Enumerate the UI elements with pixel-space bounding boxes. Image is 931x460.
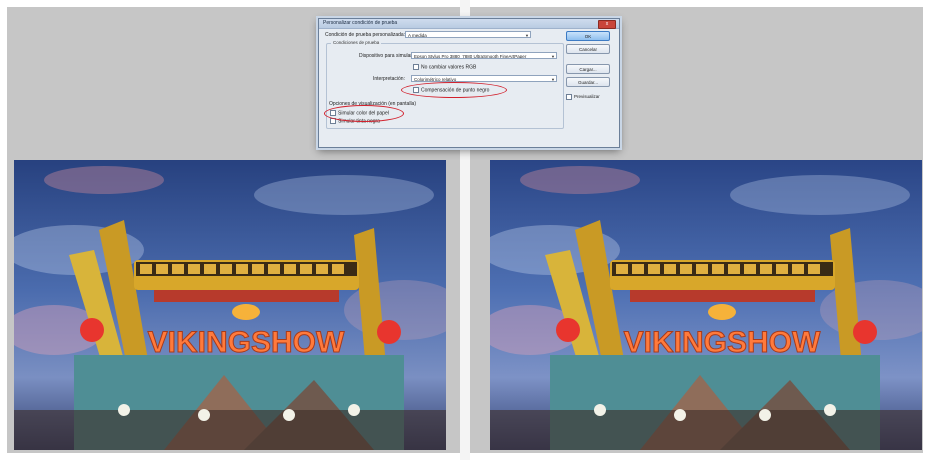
intent-label: Interpretación:: [373, 76, 405, 82]
close-button[interactable]: x: [598, 20, 616, 29]
proof-conditions-group-title: Condiciones de prueba: [331, 40, 382, 45]
condition-select[interactable]: A medida ▼: [405, 31, 531, 38]
condition-select-value: A medida: [408, 33, 427, 38]
device-select-value: Epson Stylus Pro 3880_7880 UltraSmooth F…: [414, 54, 527, 59]
chevron-down-icon: ▼: [525, 33, 529, 38]
intent-select[interactable]: Colorimétrico relativo ▼: [411, 75, 557, 82]
left-photo-canvas: VIKINGSHOW: [14, 160, 446, 450]
preserve-rgb-label: No cambiar valores RGB: [421, 64, 477, 71]
device-select[interactable]: Epson Stylus Pro 3880_7880 UltraSmooth F…: [411, 52, 557, 59]
chevron-down-icon: ▼: [551, 54, 555, 59]
condition-label: Condición de prueba personalizada:: [325, 32, 406, 38]
preview-checkbox[interactable]: [566, 94, 572, 100]
black-point-highlight-circle: [401, 82, 507, 98]
chevron-down-icon: ▼: [551, 77, 555, 82]
ok-button[interactable]: OK: [566, 31, 610, 41]
device-label: Dispositivo para simular:: [359, 53, 414, 59]
cancel-button[interactable]: Cancelar: [566, 44, 610, 54]
dialog-title: Personalizar condición de prueba: [323, 20, 398, 26]
preserve-rgb-checkbox[interactable]: [413, 64, 419, 70]
save-button[interactable]: Guardar...: [566, 77, 610, 87]
simulate-paper-highlight-circle: [324, 105, 404, 122]
preview-label: Previsualizar: [574, 94, 600, 100]
right-photo-canvas: VIKINGSHOW: [490, 160, 922, 450]
left-photo-sign-text: VIKINGSHOW: [148, 326, 345, 359]
preserve-rgb-option[interactable]: No cambiar valores RGB: [413, 64, 476, 70]
customize-proof-condition-dialog: Personalizar condición de prueba x Condi…: [318, 18, 620, 148]
photoshop-workspace: VIKINGSHOW VIKINGSHOW Personalizar condi…: [0, 0, 931, 460]
right-photo-sign-text: VIKINGSHOW: [624, 326, 821, 359]
preview-option[interactable]: Previsualizar: [566, 94, 600, 100]
load-button[interactable]: Cargar...: [566, 64, 610, 74]
right-photo-image: VIKINGSHOW: [490, 160, 922, 450]
left-photo-image: VIKINGSHOW: [14, 160, 446, 450]
dialog-titlebar[interactable]: Personalizar condición de prueba x: [319, 19, 619, 29]
